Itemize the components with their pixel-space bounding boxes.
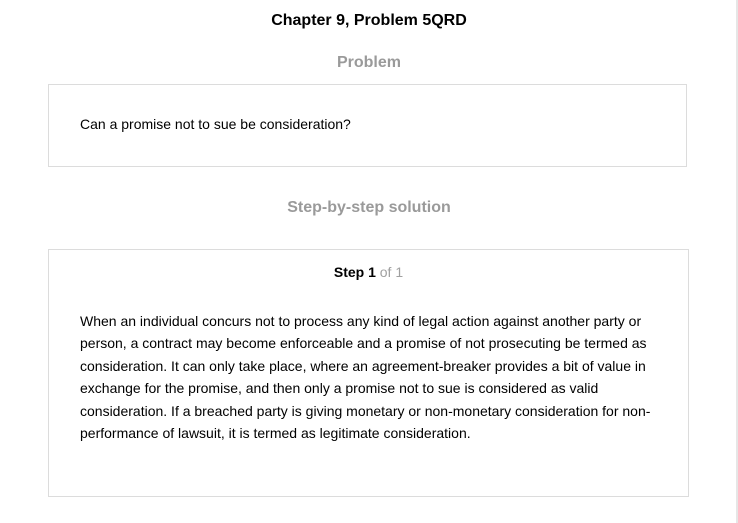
chapter-title: Chapter 9, Problem 5QRD [271, 12, 467, 29]
step-indicator: Step 1 of 1 [49, 263, 688, 281]
step-current: Step 1 [333, 264, 376, 280]
step-total: of 1 [379, 264, 404, 280]
solution-text: When an individual concurs not to proces… [80, 313, 651, 442]
solution-box: Step 1 of 1 When an individual concurs n… [48, 249, 689, 497]
problem-text: Can a promise not to sue be consideratio… [80, 116, 351, 132]
problem-heading: Problem [336, 54, 401, 71]
solution-heading: Step-by-step solution [287, 199, 451, 216]
problem-box: Can a promise not to sue be consideratio… [48, 84, 687, 167]
